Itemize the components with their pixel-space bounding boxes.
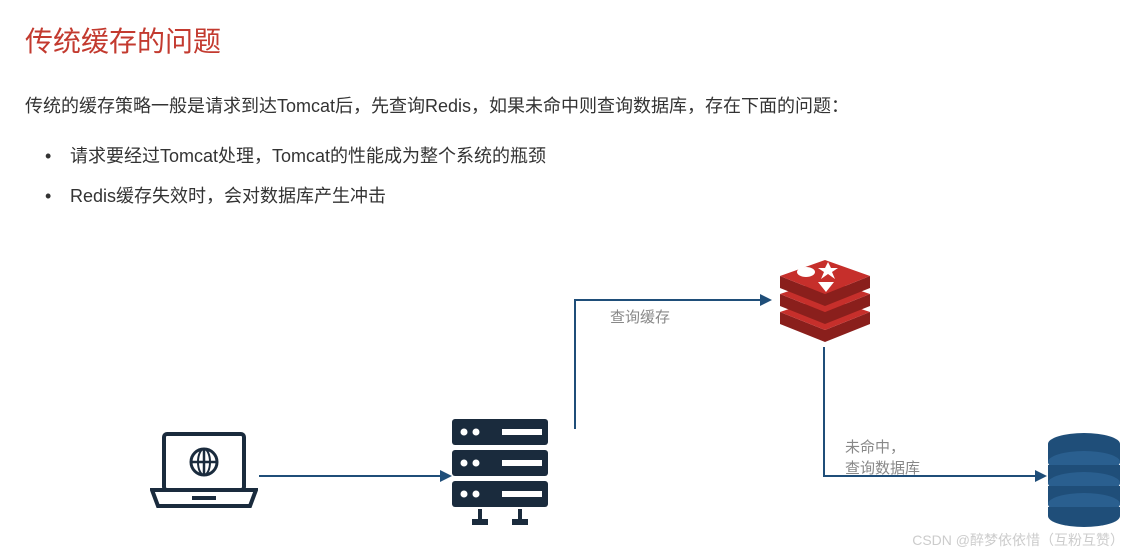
architecture-diagram: 查询缓存 未命中， 查询数据库 [25, 227, 1109, 547]
laptop-icon [150, 432, 258, 517]
arrow-line [823, 347, 825, 477]
arrow-line [574, 299, 760, 301]
page-title: 传统缓存的问题 [25, 20, 1109, 60]
server-icon [450, 417, 550, 534]
problem-list: 请求要经过Tomcat处理，Tomcat的性能成为整个系统的瓶颈 Redis缓存… [45, 137, 1109, 216]
arrow-line [574, 299, 576, 429]
bullet-item: 请求要经过Tomcat处理，Tomcat的性能成为整个系统的瓶颈 [45, 137, 1109, 177]
arrow-head [1035, 470, 1047, 482]
bullet-item: Redis缓存失效时，会对数据库产生冲击 [45, 177, 1109, 217]
watermark-text: CSDN @醉梦依依惜（互粉互赞） [912, 530, 1124, 550]
arrow-line [259, 475, 450, 477]
redis-icon [770, 252, 880, 357]
description-text: 传统的缓存策略一般是请求到达Tomcat后，先查询Redis，如果未命中则查询数… [25, 90, 1109, 122]
database-icon [1045, 432, 1123, 533]
cache-query-label: 查询缓存 [610, 307, 670, 328]
cache-miss-label: 未命中， 查询数据库 [845, 437, 920, 479]
arrow-head [760, 294, 772, 306]
arrow-head [440, 470, 452, 482]
